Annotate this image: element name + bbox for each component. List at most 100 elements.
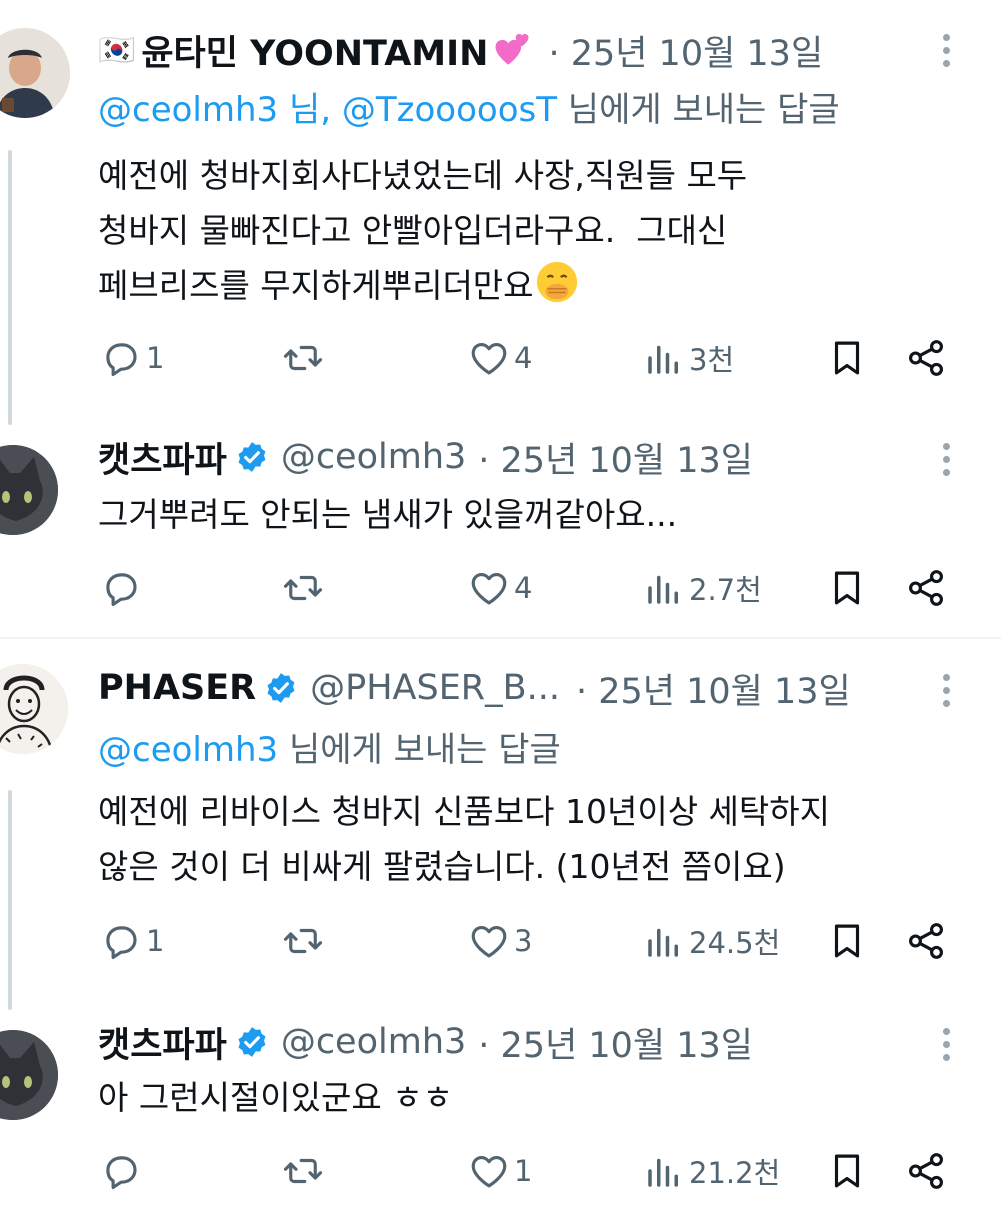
tweet-3[interactable]: PHASER @PHASER_B... · 25년 10월 13일 @ceolm… [0,640,1001,1010]
share-icon [905,567,947,609]
like-count: 3 [514,924,533,958]
bookmark-icon [826,1150,868,1192]
heart-icon [468,1150,510,1192]
user-handle[interactable]: @ceolmh3 [281,437,466,477]
view-count: 2.7천 [689,573,762,607]
avatar[interactable] [0,664,68,754]
avatar[interactable] [0,28,70,118]
mention-link[interactable]: @ceolmh3 [98,90,278,130]
tweet-actions: 1 3 24.5천 [0,916,1001,966]
tweet-text: 아 그런시절이있군요 ㅎㅎ [98,1078,453,1117]
reply-icon [100,1150,142,1192]
bookmark-icon [826,920,868,962]
tweet-header: 캣츠파파 @ceolmh3 · 25년 10월 13일 [98,433,753,481]
heart-icon [468,337,510,379]
view-count: 24.5천 [689,926,781,960]
bookmark-button[interactable] [826,916,868,966]
views-chart-icon [643,567,685,609]
tweet-4[interactable]: 캣츠파파 @ceolmh3 · 25년 10월 13일 아 그런시절이있군요 ㅎ… [0,1010,1001,1229]
share-button[interactable] [905,563,947,613]
avatar[interactable] [0,1030,58,1120]
share-button[interactable] [905,333,947,383]
views-chart-icon [643,920,685,962]
share-icon [905,1150,947,1192]
reply-to-line: @ceolmh3 님에게 보내는 답글 [98,722,561,771]
reply-to-line: @ceolmh3 님, @TzooooosT 님에게 보내는 답글 [98,82,840,131]
user-handle[interactable]: @ceolmh3 [281,1022,466,1062]
face-with-hand-over-mouth-emoji [536,261,577,303]
views-button[interactable]: 21.2천 [643,1146,780,1196]
retweet-button[interactable] [282,1146,328,1196]
tweet-text: 그거뿌려도 안되는 냄새가 있을꺼같아요... [98,495,678,534]
display-name[interactable]: PHASER [98,668,256,708]
retweet-icon [282,920,324,962]
tweet-date[interactable]: · 25년 10월 13일 [548,25,823,76]
bookmark-button[interactable] [826,563,868,613]
reply-icon [100,567,142,609]
more-dots-icon[interactable] [931,1024,961,1064]
user-handle[interactable]: @PHASER_B... [310,668,560,708]
retweet-button[interactable] [282,563,328,613]
share-button[interactable] [905,1146,947,1196]
reply-count: 1 [146,924,165,958]
tweet-date[interactable]: · 25년 10월 13일 [576,663,851,714]
views-button[interactable]: 24.5천 [643,916,780,966]
tweet-actions: 4 2.7천 [0,563,1001,613]
like-count: 1 [514,1154,533,1188]
bookmark-icon [826,567,868,609]
more-dots-icon[interactable] [931,670,961,710]
reply-button[interactable]: 1 [100,916,164,966]
tweet-text: 예전에 청바지회사다녔었는데 사장,직원들 모두 청바지 물빠진다고 안빨아입더… [98,148,958,313]
thread-line [8,150,12,425]
reply-button[interactable]: 1 [100,333,164,383]
verified-badge-icon [235,440,269,474]
verified-badge-icon [235,1025,269,1059]
retweet-button[interactable] [282,333,328,383]
tweet-1[interactable]: 🇰🇷 윤타민 YOONTAMIN · 25년 10월 13일 @ceolmh3 … [0,0,1001,425]
bookmark-button[interactable] [826,333,868,383]
share-icon [905,337,947,379]
tweet-2[interactable]: 캣츠파파 @ceolmh3 · 25년 10월 13일 그거뿌려도 안되는 냄새… [0,425,1001,637]
avatar[interactable] [0,445,58,535]
more-dots-icon[interactable] [931,439,961,479]
bookmark-icon [826,337,868,379]
view-count: 3천 [689,343,735,377]
view-count: 21.2천 [689,1156,781,1190]
views-button[interactable]: 2.7천 [643,563,762,613]
reply-to-suffix: 님에게 보내는 답글 [278,730,561,770]
like-button[interactable]: 1 [468,1146,532,1196]
bookmark-button[interactable] [826,1146,868,1196]
tweet-date[interactable]: · 25년 10월 13일 [478,432,753,483]
tweet-header: 캣츠파파 @ceolmh3 · 25년 10월 13일 [98,1018,753,1066]
display-name[interactable]: 윤타민 YOONTAMIN [141,25,488,76]
tweet-text-content: 예전에 청바지회사다녔었는데 사장,직원들 모두 청바지 물빠진다고 안빨아입더… [98,156,748,305]
like-button[interactable]: 4 [468,563,532,613]
reply-button[interactable] [100,1146,146,1196]
reply-to-sep: 님, [278,90,342,130]
views-chart-icon [643,337,685,379]
like-button[interactable]: 3 [468,916,532,966]
heart-icon [468,567,510,609]
thread-line [8,790,12,1010]
reply-icon [100,337,142,379]
display-name[interactable]: 캣츠파파 [98,432,227,483]
mention-link[interactable]: @ceolmh3 [98,730,278,770]
views-chart-icon [643,1150,685,1192]
reply-to-suffix: 님에게 보내는 답글 [556,90,840,130]
reply-count: 1 [146,341,165,375]
views-button[interactable]: 3천 [643,333,734,383]
share-button[interactable] [905,916,947,966]
tweet-text: 예전에 리바이스 청바지 신품보다 10년이상 세탁하지 않은 것이 더 비싸게… [98,792,830,886]
tweet-actions: 1 21.2천 [0,1146,1001,1196]
verified-badge-icon [264,671,298,705]
tweet-date[interactable]: · 25년 10월 13일 [478,1017,753,1068]
mention-link[interactable]: @TzooooosT [342,90,557,130]
like-count: 4 [514,341,533,375]
display-name[interactable]: 캣츠파파 [98,1017,227,1068]
flag-icon: 🇰🇷 [98,32,136,68]
retweet-button[interactable] [282,916,328,966]
reply-button[interactable] [100,563,146,613]
more-dots-icon[interactable] [931,30,961,70]
reply-icon [100,920,142,962]
like-button[interactable]: 4 [468,333,532,383]
